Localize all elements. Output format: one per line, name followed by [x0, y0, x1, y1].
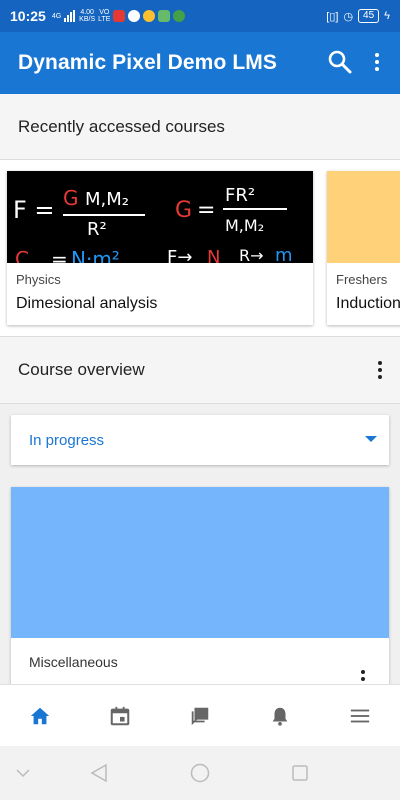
vibrate-icon: [▯] [326, 10, 339, 23]
course-card-physics[interactable]: F = G M,M₂ R² G = FR² M,M₂ C = N·m² F→ N… [7, 171, 313, 325]
bottom-tab-bar [0, 684, 400, 746]
charging-icon: ϟ [384, 10, 390, 22]
svg-text:C: C [15, 247, 29, 263]
tab-notifications[interactable] [240, 685, 320, 746]
volte-indicator: VO LTE [98, 9, 111, 23]
system-nav-bar [0, 746, 400, 800]
course-category: Freshers [336, 272, 388, 287]
recent-courses-heading: Recently accessed courses [0, 94, 400, 160]
menu-icon [350, 709, 370, 722]
whatsapp-icon [173, 10, 186, 22]
chrome-icon [143, 10, 156, 22]
svg-text:G: G [63, 186, 79, 210]
course-category: Miscellaneous [29, 654, 118, 670]
search-icon[interactable] [326, 48, 354, 76]
status-bar: 10:25 4G 4.00 KB/S VO LTE [▯] ◷ 45 ϟ [0, 0, 400, 32]
svg-text:G: G [175, 198, 192, 223]
home-icon [30, 707, 50, 724]
overview-more-icon[interactable] [378, 361, 382, 379]
svg-text:m: m [275, 245, 293, 263]
course-overview-heading: Course overview [0, 336, 400, 404]
course-image [11, 487, 389, 638]
nav-recents-icon[interactable] [292, 765, 308, 781]
svg-text:F→: F→ [167, 247, 192, 263]
course-name: Dimesional analysis [16, 295, 158, 312]
course-filter-select[interactable]: In progress [11, 415, 389, 465]
svg-text:N·m²: N·m² [71, 247, 120, 263]
course-image: F = G M,M₂ R² G = FR² M,M₂ C = N·m² F→ N… [7, 171, 313, 271]
nav-hide-icon[interactable] [16, 768, 30, 778]
course-card-freshers[interactable]: Freshers Induction [327, 171, 400, 325]
notification-app-icon [158, 10, 171, 22]
tab-messages[interactable] [160, 685, 240, 746]
svg-text:N: N [207, 247, 220, 263]
tab-calendar[interactable] [80, 685, 160, 746]
filter-value: In progress [29, 431, 105, 449]
svg-text:M,M₂: M,M₂ [225, 216, 264, 235]
tab-menu[interactable] [320, 685, 400, 746]
course-card-miscellaneous[interactable]: Miscellaneous [11, 487, 389, 697]
notification-app-icon [128, 10, 141, 22]
more-vert-icon[interactable] [366, 48, 388, 76]
bell-icon [272, 707, 288, 726]
tab-home[interactable] [0, 685, 80, 746]
network-type: 4G [51, 12, 62, 20]
notification-app-icon [113, 10, 126, 22]
messages-icon [191, 707, 209, 725]
svg-text:R²: R² [87, 219, 107, 240]
net-speed: 4.00 KB/S [79, 9, 96, 23]
calendar-icon [110, 706, 130, 725]
svg-text:=: = [51, 247, 68, 263]
svg-text:R→: R→ [239, 246, 264, 263]
course-image [327, 171, 400, 263]
app-bar: Dynamic Pixel Demo LMS [0, 32, 400, 94]
status-time: 10:25 [10, 8, 46, 24]
formula-chalkboard-image: F = G M,M₂ R² G = FR² M,M₂ C = N·m² F→ N… [13, 185, 293, 271]
nav-home-icon[interactable] [190, 763, 210, 783]
svg-text:=: = [197, 198, 215, 223]
svg-text:F =: F = [13, 196, 55, 224]
svg-text:M,M₂: M,M₂ [85, 189, 129, 210]
app-title: Dynamic Pixel Demo LMS [18, 51, 277, 74]
battery-icon: 45 [358, 9, 380, 23]
course-name: Induction [336, 295, 400, 312]
recent-courses-list[interactable]: F = G M,M₂ R² G = FR² M,M₂ C = N·m² F→ N… [0, 160, 400, 336]
alarm-icon: ◷ [343, 10, 354, 23]
course-overview-panel: In progress Miscellaneous [0, 404, 400, 697]
signal-icon [64, 10, 76, 22]
nav-back-icon[interactable] [90, 764, 108, 782]
course-category: Physics [16, 272, 61, 287]
dropdown-arrow-icon [365, 436, 377, 442]
svg-text:FR²: FR² [225, 185, 255, 206]
